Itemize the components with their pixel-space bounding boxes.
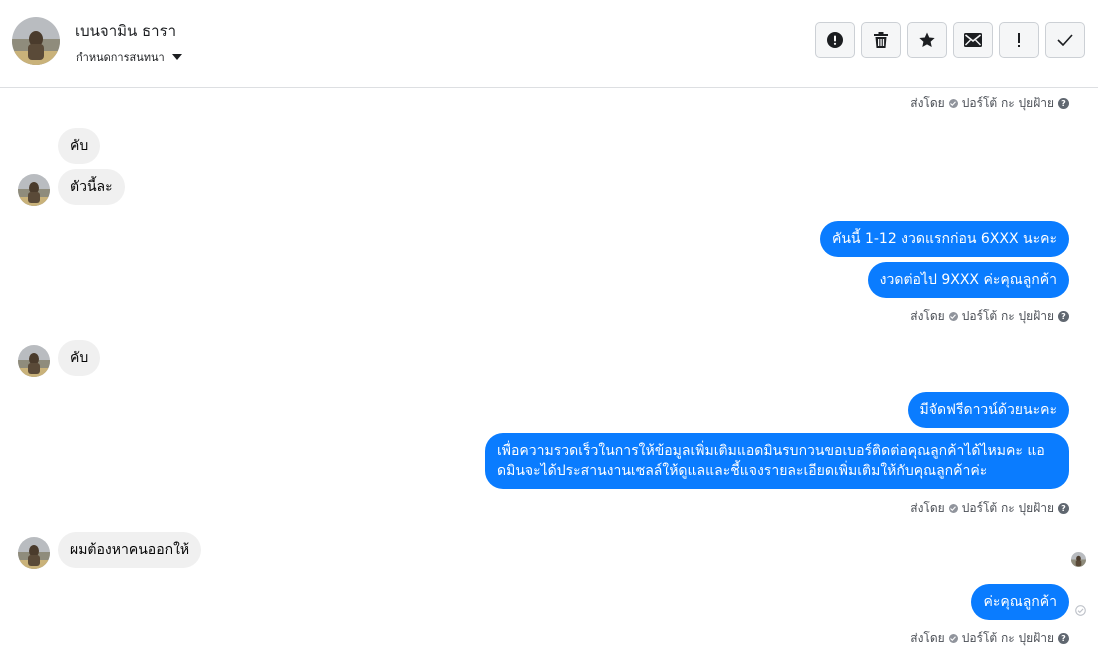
verified-check-icon: [948, 634, 958, 643]
trash-icon: [874, 32, 888, 48]
sent-by-line: ส่งโดย ปอร์โต้ กะ ปุยฝ้าย ?: [910, 499, 1069, 518]
conversation-label-text: กำหนดการสนทนา: [76, 51, 165, 64]
message-bubble-outgoing[interactable]: งวดต่อไป 9XXX ค่ะคุณลูกค้า: [867, 262, 1069, 298]
help-icon[interactable]: ?: [1058, 503, 1069, 514]
contact-avatar-small[interactable]: [18, 537, 50, 569]
sent-by-line: ส่งโดย ปอร์โต้ กะ ปุยฝ้าย ?: [910, 629, 1069, 648]
message-bubble-outgoing[interactable]: ค่ะคุณลูกค้า: [971, 584, 1069, 620]
sent-by-name[interactable]: ปอร์โต้ กะ ปุยฝ้าย: [962, 499, 1054, 518]
contact-avatar-small[interactable]: [18, 174, 50, 206]
message-bubble-incoming[interactable]: คับ: [58, 128, 101, 164]
sent-by-prefix: ส่งโดย: [910, 631, 945, 645]
sent-by-line: ส่งโดย ปอร์โต้ กะ ปุยฝ้าย ?: [910, 94, 1069, 113]
contact-avatar[interactable]: [12, 17, 60, 65]
verified-check-icon: [948, 99, 958, 108]
conversation-toolbar: [815, 22, 1085, 58]
mark-spam-button[interactable]: [815, 22, 855, 58]
help-icon[interactable]: ?: [1058, 633, 1069, 644]
message-bubble-incoming[interactable]: ผมต้องหาคนออกให้: [58, 532, 202, 568]
message-bubble-incoming[interactable]: คับ: [58, 340, 101, 376]
sent-by-name[interactable]: ปอร์โต้ กะ ปุยฝ้าย: [962, 94, 1054, 113]
verified-check-icon: [948, 312, 958, 321]
mark-unread-button[interactable]: [953, 22, 993, 58]
follow-up-button[interactable]: [999, 22, 1039, 58]
envelope-icon: [964, 33, 982, 47]
alert-circle-icon: [827, 32, 843, 48]
conversation-header: เบนจามิน ธารา กำหนดการสนทนา: [0, 0, 1098, 88]
caret-down-icon: [171, 54, 182, 60]
sent-by-name[interactable]: ปอร์โต้ กะ ปุยฝ้าย: [962, 307, 1054, 326]
help-icon[interactable]: ?: [1058, 311, 1069, 322]
star-icon: [919, 32, 935, 48]
contact-avatar-small[interactable]: [18, 345, 50, 377]
sent-by-line: ส่งโดย ปอร์โต้ กะ ปุยฝ้าย ?: [910, 307, 1069, 326]
help-icon[interactable]: ?: [1058, 98, 1069, 109]
sent-by-prefix: ส่งโดย: [910, 501, 945, 515]
checkmark-icon: [1057, 34, 1073, 46]
verified-check-icon: [948, 504, 958, 513]
sent-by-prefix: ส่งโดย: [910, 309, 945, 323]
exclamation-icon: [1018, 33, 1020, 47]
delivered-check-icon: [1075, 605, 1086, 616]
seen-avatar-icon: [1071, 552, 1086, 567]
message-bubble-incoming[interactable]: ตัวนี้ละ: [58, 169, 125, 205]
mark-done-button[interactable]: [1045, 22, 1085, 58]
sent-by-prefix: ส่งโดย: [910, 96, 945, 110]
sent-by-name[interactable]: ปอร์โต้ กะ ปุยฝ้าย: [962, 629, 1054, 648]
message-bubble-outgoing[interactable]: มีจัดฟรีดาวน์ด้วยนะคะ: [907, 392, 1069, 428]
message-bubble-outgoing[interactable]: เพื่อความรวดเร็วในการให้ข้อมูลเพิ่มเติมแ…: [485, 433, 1069, 489]
contact-name[interactable]: เบนจามิน ธารา: [75, 19, 176, 43]
star-button[interactable]: [907, 22, 947, 58]
delete-button[interactable]: [861, 22, 901, 58]
conversation-label-dropdown[interactable]: กำหนดการสนทนา: [76, 48, 182, 66]
message-bubble-outgoing[interactable]: คันนี้ 1-12 งวดแรกก่อน 6XXX นะคะ: [820, 221, 1069, 257]
